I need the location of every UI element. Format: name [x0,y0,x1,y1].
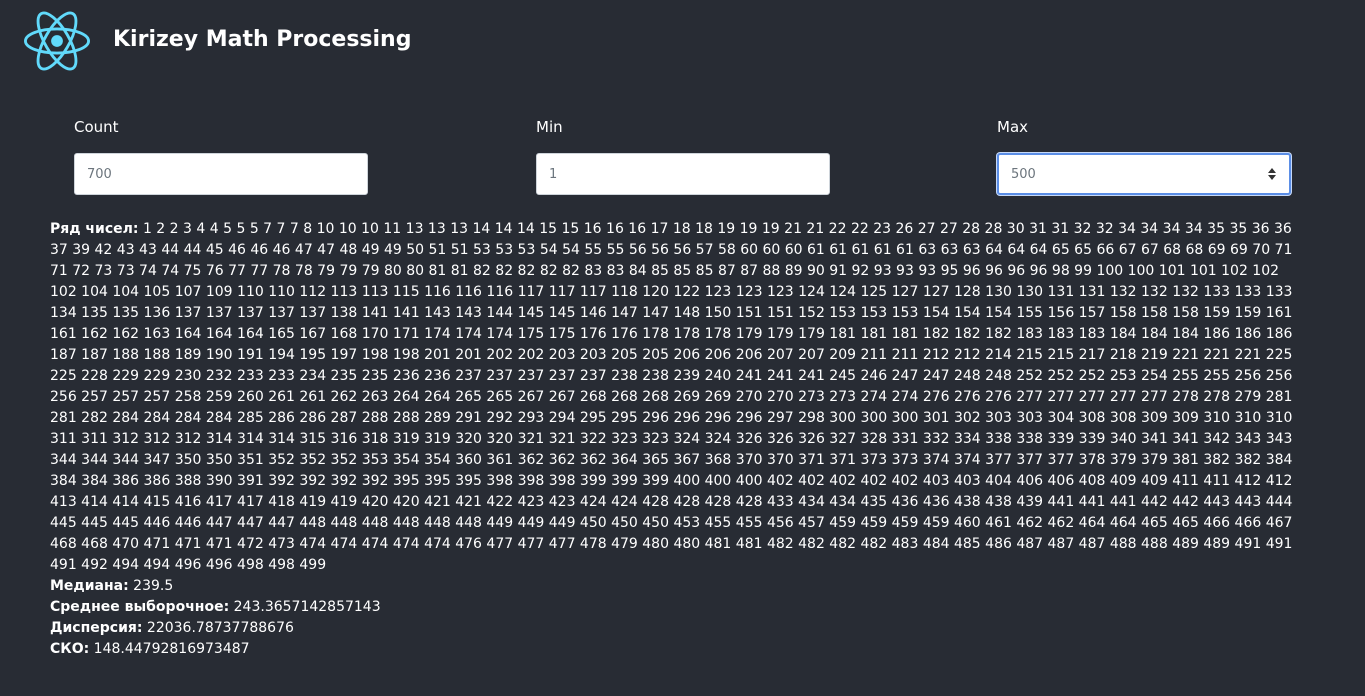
min-label: Min [536,118,563,136]
series-values: 1 2 2 3 4 4 5 5 5 7 7 7 8 10 10 10 11 13… [50,221,1293,573]
series-label: Ряд чисел: [50,221,139,237]
count-label: Count [74,118,119,136]
mean-stat: Среднее выборочное: 243.3657142857143 [50,597,1310,618]
median-value: 239.5 [133,578,174,594]
app-title: Kirizey Math Processing [113,27,412,52]
min-field: Min [536,118,830,195]
variance-value: 22036.78737788676 [146,620,294,636]
median-label: Медиана: [50,578,129,594]
median-stat: Медиана: 239.5 [50,576,1310,597]
count-field: Count [74,118,368,195]
std-label: СКО: [50,641,90,657]
count-input[interactable] [74,153,368,195]
mean-label: Среднее выборочное: [50,599,230,615]
app-header: Kirizey Math Processing [0,0,1365,86]
std-stat: СКО: 148.44792816973487 [50,639,1310,660]
max-field: Max [997,118,1291,195]
results-panel: Ряд чисел: 1 2 2 3 4 4 5 5 5 7 7 7 8 10 … [50,219,1310,660]
min-input[interactable] [536,153,830,195]
number-series: Ряд чисел: 1 2 2 3 4 4 5 5 5 7 7 7 8 10 … [50,219,1310,576]
variance-stat: Дисперсия: 22036.78737788676 [50,618,1310,639]
mean-value: 243.3657142857143 [233,599,381,615]
variance-label: Дисперсия: [50,620,143,636]
react-atom-icon [24,11,90,71]
number-spinner-icon[interactable] [1267,167,1277,181]
max-input[interactable] [997,153,1291,195]
std-value: 148.44792816973487 [93,641,250,657]
max-label: Max [997,118,1029,136]
